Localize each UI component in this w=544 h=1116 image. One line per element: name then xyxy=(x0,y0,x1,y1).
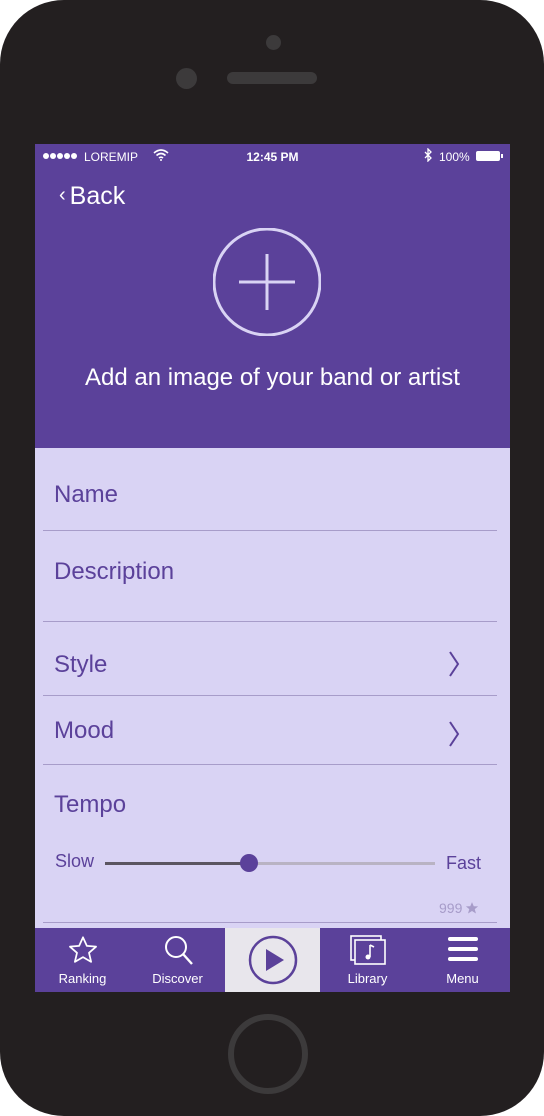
header: LOREMIP 12:45 PM 100% ‹ Back Add an imag… xyxy=(35,144,510,448)
status-bar: LOREMIP 12:45 PM 100% xyxy=(35,144,510,168)
tempo-slider-track-filled[interactable] xyxy=(105,862,249,865)
chevron-right-icon[interactable] xyxy=(447,720,461,748)
tab-play[interactable] xyxy=(225,928,320,992)
rating-count: 999 xyxy=(439,900,463,916)
home-button[interactable] xyxy=(228,1014,308,1094)
divider xyxy=(43,621,497,622)
chevron-right-icon[interactable] xyxy=(447,650,461,678)
tab-ranking[interactable]: Ranking xyxy=(35,928,130,992)
back-label: Back xyxy=(69,182,126,210)
tempo-fast-label: Fast xyxy=(446,853,482,873)
battery-percentage: 100% xyxy=(439,150,470,164)
phone-frame: LOREMIP 12:45 PM 100% ‹ Back Add an imag… xyxy=(0,0,544,1116)
rating: 999 xyxy=(439,900,479,916)
mood-row-label[interactable]: Mood xyxy=(54,717,114,745)
play-icon xyxy=(225,934,320,986)
tab-discover[interactable]: Discover xyxy=(130,928,225,992)
proximity-sensor xyxy=(176,68,197,89)
back-button[interactable]: ‹ Back xyxy=(59,182,125,211)
tab-library[interactable]: Library xyxy=(320,928,415,992)
tab-label: Ranking xyxy=(58,971,107,986)
tab-label: Library xyxy=(347,971,388,986)
band-form: Name Description Style Mood Tempo Slow F… xyxy=(35,448,510,928)
bluetooth-icon xyxy=(424,147,433,165)
divider xyxy=(43,530,497,531)
menu-icon xyxy=(415,934,510,966)
name-field[interactable]: Name xyxy=(54,481,118,509)
tempo-slow-label: Slow xyxy=(55,851,95,871)
tab-bar: Ranking Discover Library Menu xyxy=(35,928,510,992)
plus-circle-icon xyxy=(212,227,322,337)
tab-label: Menu xyxy=(446,971,479,986)
tab-menu[interactable]: Menu xyxy=(415,928,510,992)
tempo-label: Tempo xyxy=(54,791,127,818)
style-row-label[interactable]: Style xyxy=(54,651,107,679)
add-image-caption: Add an image of your band or artist xyxy=(85,364,460,391)
search-icon xyxy=(130,934,225,966)
description-field[interactable]: Description xyxy=(54,558,174,586)
star-icon xyxy=(35,934,130,966)
front-camera xyxy=(266,35,281,50)
earpiece-speaker xyxy=(227,72,317,84)
library-icon xyxy=(320,934,415,966)
tempo-slider-track[interactable] xyxy=(249,862,435,865)
divider xyxy=(43,922,497,923)
tempo-slider-thumb[interactable] xyxy=(240,854,258,872)
battery-icon xyxy=(476,151,503,161)
star-icon xyxy=(466,902,479,914)
divider xyxy=(43,764,497,765)
screen: LOREMIP 12:45 PM 100% ‹ Back Add an imag… xyxy=(35,144,510,992)
chevron-left-icon: ‹ xyxy=(59,184,66,206)
add-image-button[interactable] xyxy=(212,227,322,337)
tab-label: Discover xyxy=(152,971,203,986)
divider xyxy=(43,695,497,696)
